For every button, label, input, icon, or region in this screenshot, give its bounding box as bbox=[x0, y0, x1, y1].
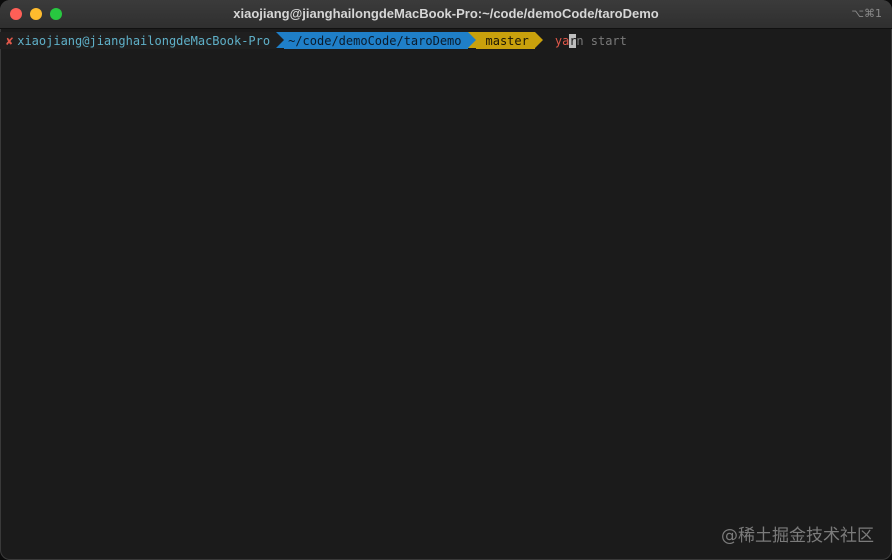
prompt-separator-arrow bbox=[276, 32, 285, 48]
text-cursor: r bbox=[569, 33, 577, 48]
directory-segment: ~/code/demoCode/taroDemo bbox=[284, 32, 468, 49]
prompt-separator-arrow bbox=[467, 32, 476, 48]
prompt-separator-arrow bbox=[534, 32, 543, 48]
watermark: @稀土掘金技术社区 bbox=[721, 526, 874, 546]
git-branch-name: master bbox=[485, 33, 529, 48]
tab-shortcut-label: ⌥⌘1 bbox=[851, 7, 882, 20]
exit-status-segment: ✘ bbox=[0, 32, 18, 49]
git-branch-segment: master bbox=[475, 32, 535, 49]
window-title: xiaojiang@jianghailongdeMacBook-Pro:~/co… bbox=[233, 6, 659, 21]
title-bar[interactable]: xiaojiang@jianghailongdeMacBook-Pro:~/co… bbox=[0, 0, 892, 29]
user-host-segment: xiaojiang@jianghailongdeMacBook-Pro bbox=[17, 32, 277, 49]
terminal-window: xiaojiang@jianghailongdeMacBook-Pro:~/co… bbox=[0, 0, 892, 560]
command-input[interactable]: ya r n start bbox=[543, 32, 627, 49]
terminal-content[interactable]: ✘ xiaojiang@jianghailongdeMacBook-Pro ~/… bbox=[0, 29, 892, 560]
error-status-icon: ✘ bbox=[6, 33, 14, 48]
shell-prompt: ✘ xiaojiang@jianghailongdeMacBook-Pro ~/… bbox=[0, 32, 627, 49]
typed-command: ya bbox=[554, 33, 570, 48]
current-directory: ~/code/demoCode/taroDemo bbox=[288, 33, 462, 48]
user-host-label: xiaojiang@jianghailongdeMacBook-Pro bbox=[17, 33, 271, 48]
autosuggestion-text: n start bbox=[576, 33, 627, 48]
